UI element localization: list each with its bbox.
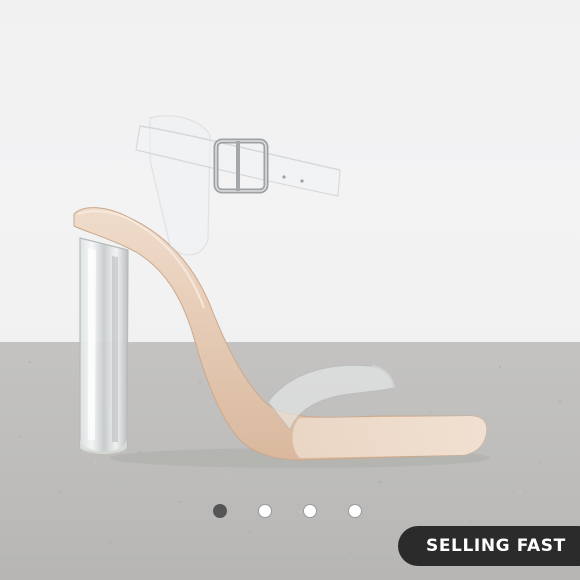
clear-block-heel-sandal-icon xyxy=(73,115,490,468)
carousel-dot-1[interactable] xyxy=(213,504,227,518)
product-image-viewer[interactable]: SELLING FAST xyxy=(0,0,580,580)
carousel-dot-2[interactable] xyxy=(258,504,272,518)
carousel-dot-3[interactable] xyxy=(303,504,317,518)
carousel-dot-4[interactable] xyxy=(348,504,362,518)
carousel-dots xyxy=(213,504,362,520)
selling-fast-badge: SELLING FAST xyxy=(398,526,580,566)
badge-label: SELLING FAST xyxy=(426,536,566,556)
